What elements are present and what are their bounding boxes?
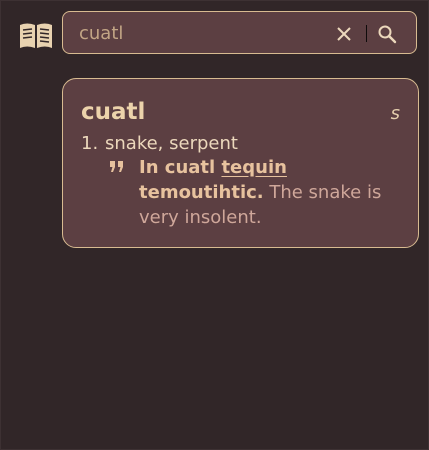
- sense-gloss: snake, serpent: [105, 133, 238, 154]
- example-highlight-link[interactable]: tequin: [221, 157, 287, 178]
- sense-definition: 1. snake, serpent: [81, 132, 238, 156]
- usage-example: In cuatl tequin temoutihtic. The snake i…: [139, 155, 409, 230]
- search-divider: [366, 25, 367, 42]
- search-icon[interactable]: [377, 24, 398, 45]
- sense-number: 1.: [81, 133, 99, 154]
- example-source-end: temoutihtic.: [139, 182, 264, 203]
- example-source-start: In cuatl: [139, 157, 222, 178]
- open-book-icon[interactable]: [18, 20, 54, 50]
- app-window: cuatl s 1. snake, serpent In cuatl tequin…: [0, 0, 429, 450]
- search-input[interactable]: [79, 22, 314, 44]
- quote-icon: [110, 161, 123, 172]
- part-of-speech: s: [390, 103, 400, 124]
- entry-headword: cuatl: [81, 99, 146, 125]
- search-bar: [62, 11, 417, 54]
- entry-card: cuatl s 1. snake, serpent In cuatl tequin…: [62, 78, 419, 248]
- close-icon[interactable]: [335, 25, 353, 43]
